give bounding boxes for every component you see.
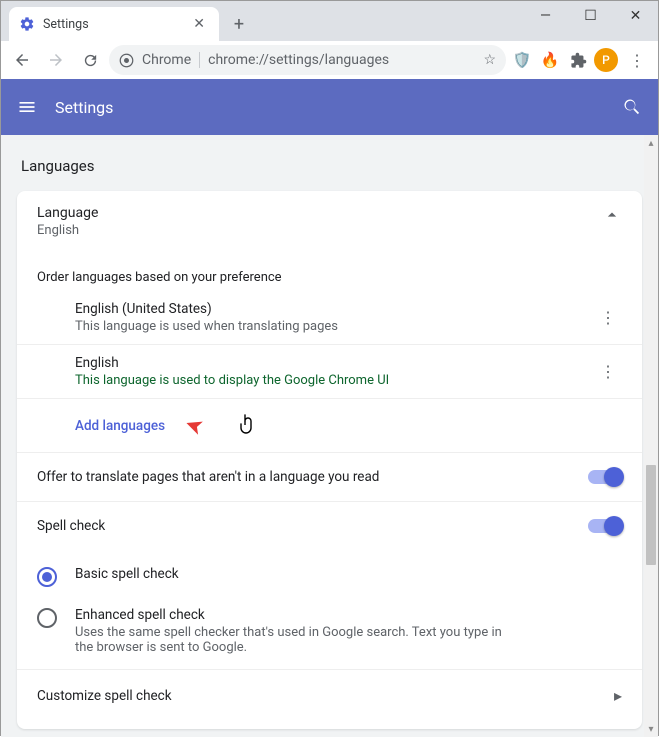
radio-unchecked-icon — [37, 608, 57, 628]
translate-toggle[interactable] — [588, 470, 622, 484]
menu-icon[interactable] — [17, 97, 37, 117]
basic-spellcheck-option[interactable]: Basic spell check — [37, 556, 622, 597]
extensions-puzzle-icon[interactable] — [566, 48, 590, 72]
close-tab-icon[interactable]: ✕ — [189, 16, 209, 32]
customize-spellcheck-label: Customize spell check — [37, 688, 614, 704]
toolbar: Chrome chrome://settings/languages ☆ 🛡️ … — [1, 41, 658, 79]
language-name: English (United States) — [75, 301, 594, 317]
close-window-button[interactable]: ✕ — [613, 1, 658, 31]
reload-button[interactable] — [75, 45, 105, 75]
settings-title: Settings — [55, 98, 622, 117]
address-label: Chrome — [142, 52, 191, 68]
radio-checked-icon — [37, 567, 57, 587]
spellcheck-row: Spell check — [17, 502, 642, 550]
chevron-up-icon — [602, 205, 622, 225]
window-controls: — ☐ ✕ — [523, 1, 658, 31]
language-heading: Language — [37, 205, 602, 221]
settings-header: Settings — [1, 79, 658, 135]
language-desc: This language is used to display the Goo… — [75, 373, 594, 388]
language-expander[interactable]: Language English — [17, 191, 642, 252]
search-icon[interactable] — [622, 97, 642, 117]
scrollbar[interactable]: ▴ ▾ — [644, 135, 658, 737]
scroll-up-icon[interactable]: ▴ — [644, 135, 658, 151]
language-options-button[interactable]: ⋮ — [594, 315, 622, 320]
enhanced-spellcheck-option[interactable]: Enhanced spell check Uses the same spell… — [37, 597, 622, 665]
address-bar[interactable]: Chrome chrome://settings/languages ☆ — [109, 45, 506, 75]
profile-avatar[interactable]: P — [594, 48, 618, 72]
languages-card: Language English Order languages based o… — [17, 191, 642, 729]
order-instruction: Order languages based on your preference — [17, 252, 642, 291]
scroll-thumb[interactable] — [646, 465, 656, 565]
bookmark-star-icon[interactable]: ☆ — [483, 52, 496, 68]
extension-icon-2[interactable]: 🔥 — [538, 48, 562, 72]
chevron-right-icon: ▸ — [614, 686, 622, 705]
current-language: English — [37, 223, 602, 238]
translate-offer-label: Offer to translate pages that aren't in … — [37, 469, 588, 485]
enhanced-spellcheck-desc: Uses the same spell checker that's used … — [75, 625, 515, 655]
enhanced-spellcheck-label: Enhanced spell check — [75, 607, 515, 623]
annotation-arrow: ➤ — [181, 411, 207, 441]
extension-icon-1[interactable]: 🛡️ — [510, 48, 534, 72]
settings-content: Languages Language English Order languag… — [1, 135, 658, 737]
gear-icon — [19, 16, 35, 32]
forward-button[interactable] — [41, 45, 71, 75]
maximize-button[interactable]: ☐ — [568, 1, 613, 31]
new-tab-button[interactable]: + — [225, 10, 253, 38]
spellcheck-label: Spell check — [37, 518, 588, 534]
section-title: Languages — [1, 135, 658, 191]
language-options-button[interactable]: ⋮ — [594, 369, 622, 374]
customize-spellcheck-row[interactable]: Customize spell check ▸ — [17, 670, 642, 721]
language-desc: This language is used when translating p… — [75, 319, 594, 334]
site-info-icon[interactable] — [119, 53, 134, 68]
tab-title: Settings — [43, 17, 189, 32]
browser-tab[interactable]: Settings ✕ — [9, 7, 219, 41]
language-name: English — [75, 355, 594, 371]
add-languages-link[interactable]: Add languages ➤ — [17, 399, 642, 452]
chrome-menu-button[interactable]: ⋮ — [622, 45, 652, 75]
basic-spellcheck-label: Basic spell check — [75, 566, 179, 582]
translate-offer-row: Offer to translate pages that aren't in … — [17, 453, 642, 501]
language-row: English This language is used to display… — [17, 345, 642, 399]
scroll-down-icon[interactable]: ▾ — [644, 721, 658, 737]
spellcheck-options: Basic spell check Enhanced spell check U… — [17, 550, 642, 669]
minimize-button[interactable]: — — [523, 1, 568, 31]
address-url: chrome://settings/languages — [208, 52, 389, 68]
divider — [199, 52, 200, 68]
spellcheck-toggle[interactable] — [588, 519, 622, 533]
language-row: English (United States) This language is… — [17, 291, 642, 345]
window-titlebar: Settings ✕ + — ☐ ✕ — [1, 1, 658, 41]
back-button[interactable] — [7, 45, 37, 75]
